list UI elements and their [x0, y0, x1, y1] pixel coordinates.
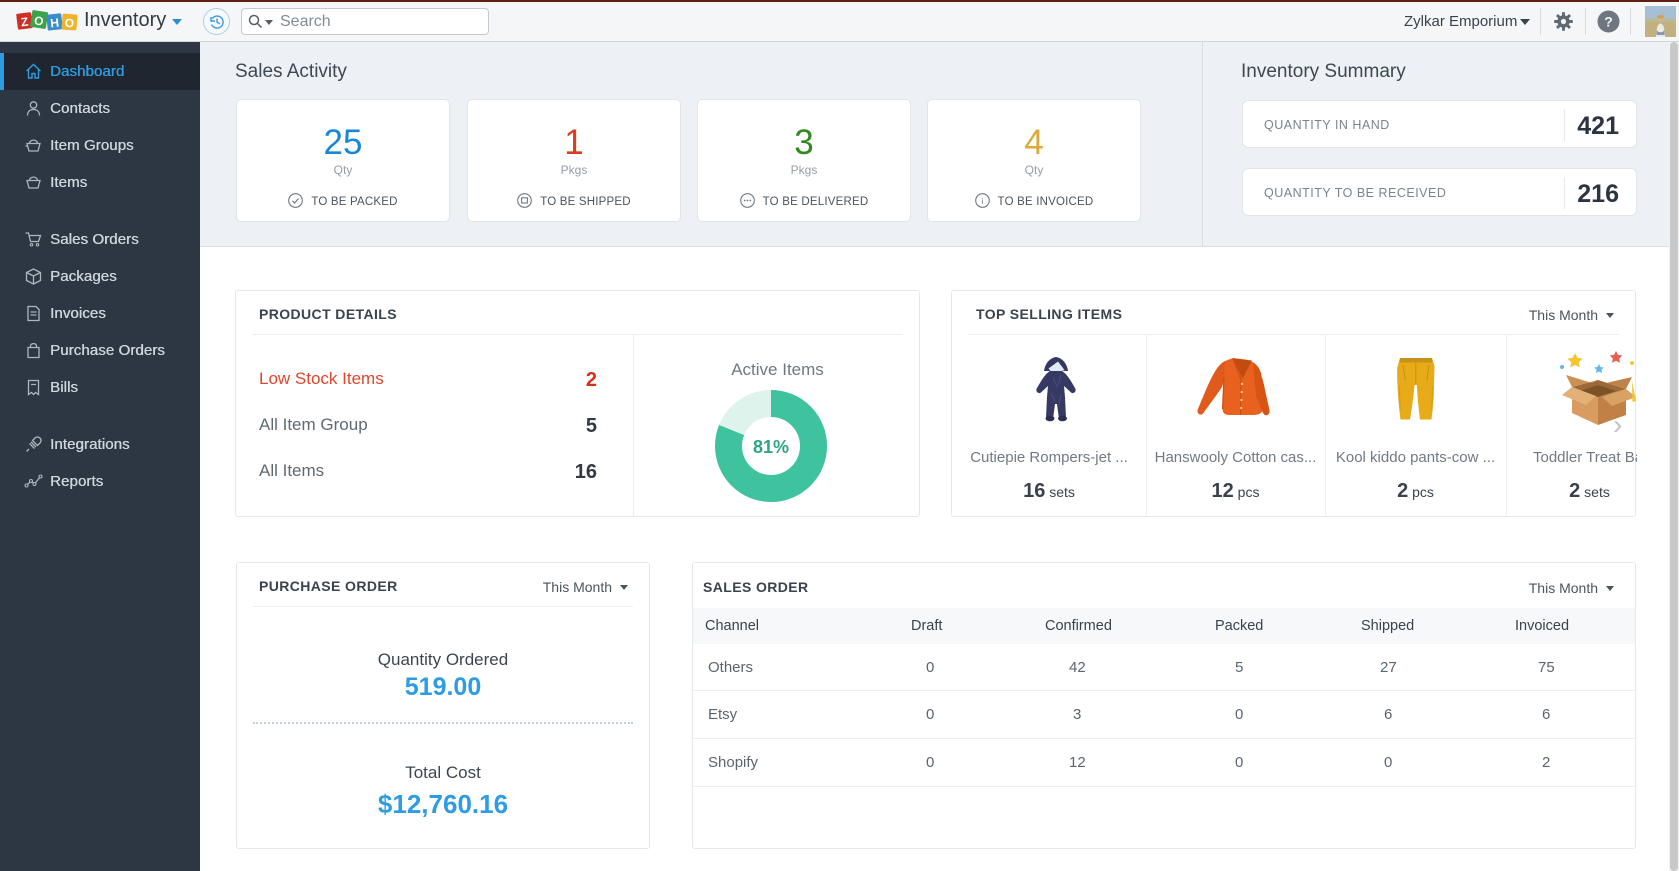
svg-text:i: i	[981, 196, 983, 206]
svg-text:H: H	[50, 16, 60, 31]
svg-text:?: ?	[1604, 14, 1613, 30]
svg-text:81%: 81%	[753, 437, 789, 457]
svg-text:O: O	[64, 16, 74, 31]
